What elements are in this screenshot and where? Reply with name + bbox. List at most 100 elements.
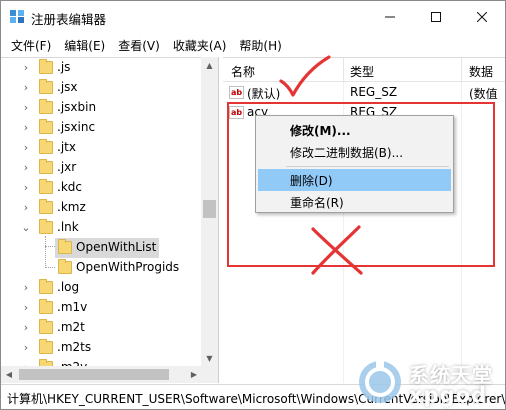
chevron-right-icon[interactable]: › xyxy=(21,81,31,95)
folder-icon xyxy=(39,119,53,134)
folder-icon xyxy=(39,139,53,154)
tree-horizontal-scrollbar[interactable]: ◀ ▶ xyxy=(1,366,218,383)
minimize-icon xyxy=(385,16,395,18)
tree-item[interactable]: › .kdc xyxy=(1,178,201,198)
value-name: (默认) xyxy=(247,87,281,101)
close-button[interactable] xyxy=(459,1,505,33)
column-header-type[interactable]: 类型 xyxy=(350,63,374,80)
scroll-down-arrow-icon[interactable]: ▼ xyxy=(201,350,218,366)
folder-open-icon xyxy=(39,219,53,234)
list-item[interactable]: ab (默认) REG_SZ (数值 xyxy=(223,83,505,103)
menu-item-rename[interactable]: 重命名(R) xyxy=(258,191,451,213)
close-icon xyxy=(477,12,487,22)
value-type: REG_SZ xyxy=(350,85,398,99)
folder-icon xyxy=(39,79,53,94)
chevron-down-icon[interactable]: ⌄ xyxy=(21,221,31,235)
tree-item-label: .m1v xyxy=(57,300,88,314)
menu-file[interactable]: 文件(F) xyxy=(11,37,51,54)
registry-tree[interactable]: › .js › .jsx › .jsxbin › .jsxinc › .jtx … xyxy=(1,57,219,383)
tree-item[interactable]: › .jsx xyxy=(1,78,201,98)
scroll-left-arrow-icon[interactable]: ◀ xyxy=(1,366,17,383)
menu-edit[interactable]: 编辑(E) xyxy=(64,37,105,54)
list-header: 名称 类型 数据 xyxy=(223,58,505,82)
scroll-up-arrow-icon[interactable]: ▲ xyxy=(201,57,218,73)
tree-item-label: .js xyxy=(57,60,71,74)
tree-item-label: .jtx xyxy=(57,140,76,154)
folder-icon xyxy=(39,319,53,334)
tree-item-label: .jsxbin xyxy=(57,100,97,114)
chevron-right-icon[interactable]: › xyxy=(21,201,31,215)
tree-item[interactable]: › .m2t xyxy=(1,318,201,338)
menu-view[interactable]: 查看(V) xyxy=(118,37,160,54)
chevron-right-icon[interactable]: › xyxy=(21,141,31,155)
chevron-right-icon[interactable]: › xyxy=(21,161,31,175)
registry-editor-icon xyxy=(10,10,24,23)
chevron-right-icon[interactable]: › xyxy=(21,121,31,135)
maximize-button[interactable] xyxy=(413,1,459,33)
watermark-badge: www.xpgod.com xyxy=(439,403,489,410)
column-header-name[interactable]: 名称 xyxy=(231,63,255,80)
scroll-right-arrow-icon[interactable]: ▶ xyxy=(186,366,202,383)
tree-item-label: .log xyxy=(57,280,80,294)
folder-icon xyxy=(39,179,53,194)
folder-icon xyxy=(58,239,72,254)
menu-help[interactable]: 帮助(H) xyxy=(239,37,281,54)
tree-item-label: .lnk xyxy=(57,220,79,234)
menu-separator xyxy=(286,166,449,167)
tree-item[interactable]: › .jsxbin xyxy=(1,98,201,118)
tree-item[interactable]: › .js xyxy=(1,58,201,78)
chevron-right-icon[interactable]: › xyxy=(21,181,31,195)
chevron-right-icon[interactable]: › xyxy=(21,321,31,335)
tree-item-label: .jsxinc xyxy=(57,120,96,134)
menu-item-delete[interactable]: 删除(D) xyxy=(258,169,451,191)
watermark-logo-icon xyxy=(359,357,401,403)
scroll-thumb[interactable] xyxy=(19,369,169,380)
menu-item-label: 修改二进制数据(B)... xyxy=(290,146,404,160)
tree-item[interactable]: › .jsxinc xyxy=(1,118,201,138)
tree-item-label: OpenWithProgids xyxy=(76,260,180,274)
title-bar[interactable]: 注册表编辑器 xyxy=(1,1,505,33)
menu-item-modify-binary[interactable]: 修改二进制数据(B)... xyxy=(258,141,451,163)
tree-item[interactable]: › .jtx xyxy=(1,138,201,158)
column-divider[interactable] xyxy=(461,58,462,82)
menu-item-label: 删除(D) xyxy=(290,174,333,188)
tree-item-label: .kdc xyxy=(57,180,82,194)
tree-item[interactable]: › .jxr xyxy=(1,158,201,178)
column-header-data[interactable]: 数据 xyxy=(469,63,493,80)
chevron-right-icon[interactable]: › xyxy=(21,281,31,295)
tree-item-label: .m2ts xyxy=(57,340,92,354)
folder-icon xyxy=(39,339,53,354)
folder-icon xyxy=(58,259,72,274)
tree-item-label: .kmz xyxy=(57,200,86,214)
menu-bar: 文件(F) 编辑(E) 查看(V) 收藏夹(A) 帮助(H) xyxy=(1,34,505,56)
watermark: 系统天堂 xpgod www.xpgod.com xyxy=(351,353,505,410)
chevron-right-icon[interactable]: › xyxy=(21,61,31,75)
menu-favorites[interactable]: 收藏夹(A) xyxy=(173,37,227,54)
tree-item-label: .m2t xyxy=(57,320,85,334)
chevron-right-icon[interactable]: › xyxy=(21,341,31,355)
tree-item-expanded[interactable]: ⌄ .lnk xyxy=(1,218,201,238)
chevron-right-icon[interactable]: › xyxy=(21,101,31,115)
value-data: (数值 xyxy=(469,87,498,101)
chevron-right-icon[interactable]: › xyxy=(21,301,31,315)
tree-item[interactable]: › .m2ts xyxy=(1,338,201,358)
tree-item-selected[interactable]: OpenWithList xyxy=(1,238,201,258)
tree-item[interactable]: › .log xyxy=(1,278,201,298)
red-checkmark-icon xyxy=(279,55,331,97)
tree-item[interactable]: › .m1v xyxy=(1,298,201,318)
folder-icon xyxy=(39,199,53,214)
menu-item-modify[interactable]: 修改(M)... xyxy=(258,119,451,141)
tree-item[interactable]: OpenWithProgids xyxy=(1,258,201,278)
registry-editor-window: 注册表编辑器 文件(F) 编辑(E) 查看(V) 收藏夹(A) 帮助(H) › … xyxy=(0,0,506,410)
menu-item-label: 修改(M)... xyxy=(290,124,351,138)
tree-item[interactable]: › .kmz xyxy=(1,198,201,218)
tree-item-label: OpenWithList xyxy=(76,240,157,254)
folder-icon xyxy=(39,159,53,174)
context-menu: 修改(M)... 修改二进制数据(B)... 删除(D) 重命名(R) xyxy=(255,115,454,213)
tree-vertical-scrollbar[interactable]: ▲ ▼ xyxy=(201,57,218,366)
folder-icon xyxy=(39,99,53,114)
column-divider[interactable] xyxy=(343,58,344,82)
scroll-thumb[interactable] xyxy=(203,200,216,218)
minimize-button[interactable] xyxy=(367,1,413,33)
red-cross-icon xyxy=(311,225,363,275)
